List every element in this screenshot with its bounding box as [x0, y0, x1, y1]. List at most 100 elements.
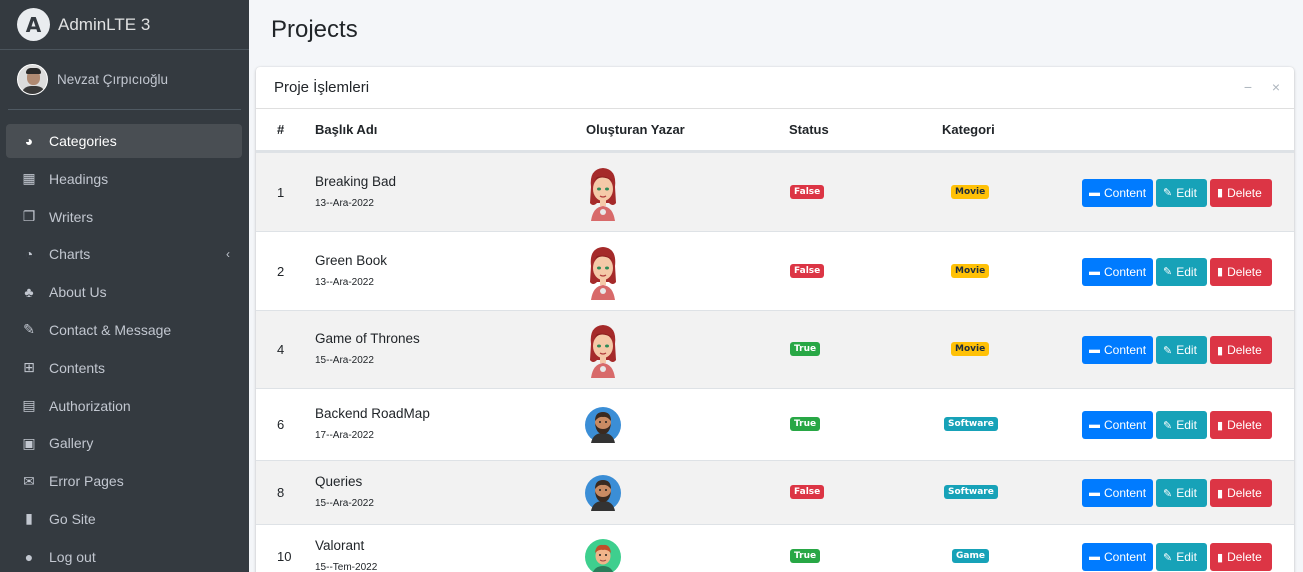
apple-icon: ●	[24, 548, 34, 565]
author-avatar	[585, 539, 621, 572]
sidebar-item-label: Contact & Message	[49, 321, 172, 338]
folder-icon: ▬	[1089, 419, 1100, 431]
sidebar: A AdminLTE 3 Nevzat Çırpıcıoğlu ◕ Categor…	[0, 0, 249, 572]
table-body: 1 Breaking Bad 13--Ara-2022 False Movie ▬ Cont…	[256, 152, 1294, 572]
sidebar-item-label: Contents	[49, 359, 106, 376]
row-date: 17--Ara-2022	[315, 430, 374, 441]
sidebar-item-charts[interactable]: ◔ Charts ‹	[6, 237, 242, 271]
row-title: Backend RoadMap	[315, 406, 430, 421]
delete-button[interactable]: ▮ Delete	[1210, 178, 1272, 207]
row-num: 2	[277, 263, 285, 279]
delete-button[interactable]: ▮ Delete	[1210, 411, 1272, 439]
folder-icon: ▬	[1089, 265, 1100, 278]
sidebar-item-contents[interactable]: ⊞ Contents	[6, 351, 242, 385]
trash-icon: ▮	[1217, 266, 1224, 278]
row-title: Green Book	[315, 252, 388, 268]
edit-button[interactable]: ✎ Edit	[1156, 543, 1207, 571]
author-avatar	[585, 244, 621, 302]
category-badge: Game	[952, 549, 989, 563]
sidebar-item-go-site[interactable]: ▮ Go Site	[6, 502, 242, 536]
content-button[interactable]: ▬ Content	[1082, 411, 1153, 439]
copy-icon: ❐	[22, 208, 36, 225]
edit-button[interactable]: ✎ Edit	[1156, 178, 1207, 207]
user-panel[interactable]: Nevzat Çırpıcıoğlu	[8, 50, 241, 110]
sidebar-item-authorization[interactable]: ▤ Authorization	[6, 389, 242, 423]
folder-icon: ▬	[1089, 487, 1100, 499]
content-button[interactable]: ▬ Content	[1082, 178, 1153, 207]
sidebar-item-categories[interactable]: ◕ Categories	[6, 124, 242, 158]
folder-icon: ▬	[1089, 186, 1100, 199]
dashboard-icon: ◕	[24, 133, 34, 149]
status-badge: True	[790, 549, 821, 563]
table-row: 4 Game of Thrones 15--Ara-2022 True Movie ▬ Co…	[256, 310, 1294, 388]
row-date: 15--Tem-2022	[315, 562, 378, 572]
projects-card: Proje İşlemleri − × # Başlık Adı Oluştur…	[256, 67, 1294, 572]
page-title: Projects	[271, 16, 358, 43]
header-title: Başlık Adı	[315, 122, 378, 137]
table-row: 10 Valorant 15--Tem-2022 True Game ▬ Content ✎ E…	[256, 524, 1294, 572]
chevron-left-icon[interactable]: ‹	[226, 247, 230, 261]
sidebar-item-label: Headings	[49, 170, 109, 187]
content-button[interactable]: ▬ Content	[1082, 336, 1153, 364]
book-icon: ▮	[25, 510, 33, 527]
envelope-icon: ✉	[23, 472, 35, 489]
brand-link[interactable]: A AdminLTE 3	[0, 0, 249, 50]
content-button[interactable]: ▬ Content	[1082, 257, 1153, 286]
edit-button[interactable]: ✎ Edit	[1156, 336, 1207, 364]
status-badge: False	[790, 485, 825, 499]
sidebar-item-label: Writers	[49, 208, 94, 225]
pie-chart-icon: ◔	[24, 246, 34, 263]
close-icon[interactable]: ×	[1268, 79, 1284, 95]
sidebar-item-log-out[interactable]: ● Log out	[6, 540, 242, 572]
category-badge: Software	[944, 417, 998, 431]
sidebar-item-error-pages[interactable]: ✉ Error Pages	[6, 464, 242, 498]
user-name[interactable]: Nevzat Çırpıcıoğlu	[57, 72, 168, 87]
delete-button[interactable]: ▮ Delete	[1210, 257, 1272, 286]
edit-button[interactable]: ✎ Edit	[1156, 479, 1207, 507]
author-avatar	[585, 475, 621, 511]
edit-button[interactable]: ✎ Edit	[1156, 257, 1207, 286]
delete-button[interactable]: ▮ Delete	[1210, 336, 1272, 364]
trash-icon: ▮	[1217, 419, 1224, 432]
delete-button[interactable]: ▮ Delete	[1210, 543, 1272, 571]
tree-icon: ♣	[24, 284, 34, 301]
status-badge: True	[790, 342, 821, 356]
sidebar-item-contact-message[interactable]: ✎ Contact & Message	[6, 313, 242, 347]
author-avatar	[585, 407, 621, 443]
sidebar-item-about-us[interactable]: ♣ About Us	[6, 275, 242, 309]
trash-icon: ▮	[1217, 487, 1224, 500]
content-button[interactable]: ▬ Content	[1082, 479, 1153, 507]
row-num: 8	[277, 485, 285, 500]
brand-logo-icon: A	[17, 8, 50, 41]
trash-icon: ▮	[1217, 187, 1224, 199]
sidebar-item-label: Gallery	[49, 435, 94, 452]
table-row: 2 Green Book 13--Ara-2022 False Movie ▬ Conten…	[256, 231, 1294, 310]
pencil-icon: ✎	[1163, 487, 1173, 500]
user-avatar	[17, 64, 48, 95]
row-date: 13--Ara-2022	[315, 197, 374, 209]
image-icon: ▣	[22, 434, 36, 451]
table-row: 6 Backend RoadMap 17--Ara-2022 True Software…	[256, 388, 1294, 460]
row-num: 10	[277, 549, 292, 564]
sidebar-item-headings[interactable]: ▦ Headings	[6, 162, 242, 196]
pencil-icon: ✎	[1163, 187, 1173, 199]
content-button[interactable]: ▬ Content	[1082, 543, 1153, 571]
table-row: 8 Queries 15--Ara-2022 False Software ▬ Conten…	[256, 460, 1294, 524]
pencil-icon: ✎	[1163, 344, 1173, 357]
category-badge: Software	[944, 485, 998, 499]
sidebar-item-writers[interactable]: ❐ Writers	[6, 200, 242, 234]
card-title: Proje İşlemleri	[274, 79, 370, 96]
brand-name: AdminLTE 3	[58, 14, 151, 34]
sidebar-item-gallery[interactable]: ▣ Gallery	[6, 426, 242, 460]
row-title: Valorant	[315, 538, 365, 553]
status-badge: False	[790, 263, 825, 278]
edit-button[interactable]: ✎ Edit	[1156, 411, 1207, 439]
edit-icon: ✎	[23, 321, 35, 338]
author-avatar	[585, 322, 621, 380]
category-badge: Movie	[951, 184, 990, 199]
folder-icon: ▬	[1089, 344, 1100, 356]
minimize-icon[interactable]: −	[1240, 79, 1256, 95]
delete-button[interactable]: ▮ Delete	[1210, 479, 1272, 507]
sidebar-item-label: Error Pages	[49, 473, 124, 490]
row-title: Game of Thrones	[315, 331, 420, 346]
